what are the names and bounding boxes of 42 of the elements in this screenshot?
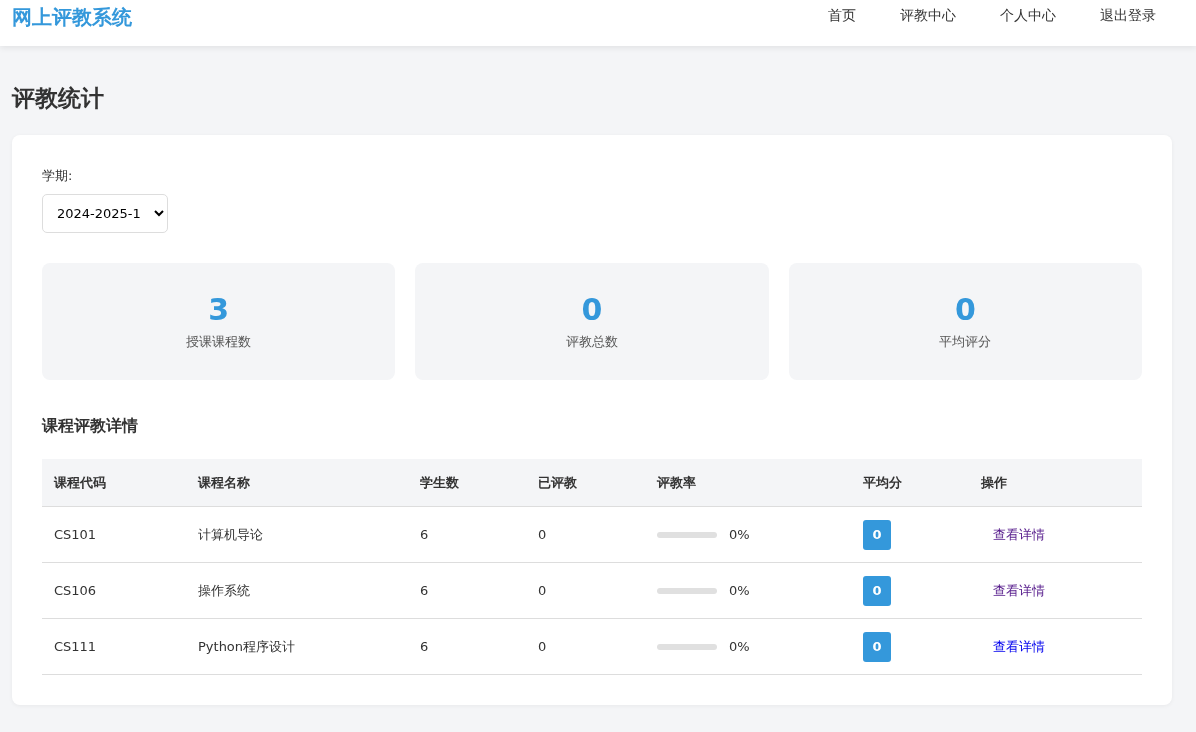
- nav-link[interactable]: 个人中心: [978, 7, 1078, 25]
- score-badge: 0: [863, 575, 891, 606]
- nav-link[interactable]: 退出登录: [1078, 7, 1178, 25]
- stat-label: 评教总数: [566, 333, 618, 351]
- rate-text: 0%: [729, 583, 750, 598]
- column-header: 已评教: [526, 459, 645, 507]
- column-header: 学生数: [408, 459, 526, 507]
- view-details-link[interactable]: 查看详情: [993, 638, 1045, 654]
- column-header: 课程名称: [186, 459, 408, 507]
- stat-value: 0: [954, 292, 976, 327]
- column-header: 操作: [969, 459, 1142, 507]
- view-details-link[interactable]: 查看详情: [993, 526, 1045, 542]
- table-cell: 0: [526, 562, 645, 619]
- column-header: 平均分: [851, 459, 969, 507]
- table-cell: 6: [408, 506, 526, 563]
- table-cell: 操作系统: [186, 562, 408, 619]
- table-cell: 计算机导论: [186, 506, 408, 563]
- column-header: 课程代码: [42, 459, 186, 507]
- column-header: 评教率: [645, 459, 851, 507]
- rate-text: 0%: [729, 639, 750, 654]
- stat-value: 3: [208, 292, 230, 327]
- nav-link[interactable]: 首页: [806, 7, 878, 25]
- table-cell: CS106: [42, 562, 186, 619]
- table-cell: 0: [526, 618, 645, 675]
- table-cell: 6: [408, 618, 526, 675]
- stat-value: 0: [581, 292, 603, 327]
- rate-text: 0%: [729, 527, 750, 542]
- view-details-link[interactable]: 查看详情: [993, 582, 1045, 598]
- nav-link[interactable]: 评教中心: [878, 7, 978, 25]
- semester-select[interactable]: 2024-2025-1: [42, 194, 168, 233]
- section-title: 课程评教详情: [42, 416, 138, 437]
- table-cell: CS111: [42, 618, 186, 675]
- stat-label: 授课课程数: [186, 333, 252, 351]
- table-cell: CS101: [42, 506, 186, 563]
- table-cell: 6: [408, 562, 526, 619]
- table-cell: 0: [526, 506, 645, 563]
- page-title: 评教统计: [12, 84, 105, 113]
- semester-label: 学期:: [42, 167, 73, 185]
- score-badge: 0: [863, 631, 891, 662]
- stat-label: 平均评分: [939, 333, 992, 351]
- table-cell: Python程序设计: [186, 618, 408, 675]
- score-badge: 0: [863, 519, 891, 550]
